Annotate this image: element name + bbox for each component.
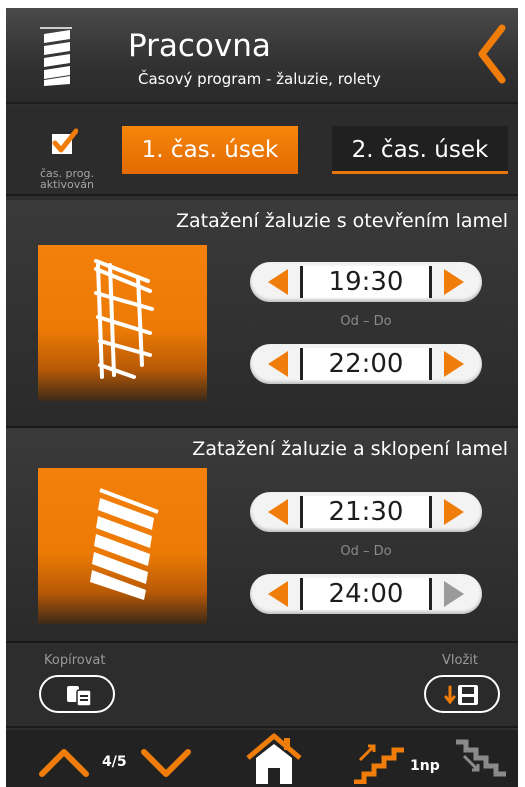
page-title: Pracovna xyxy=(128,28,271,64)
checkbox-label: čas. prog. aktivován xyxy=(24,168,110,190)
paste-label: Vložit xyxy=(442,653,478,668)
time-from-stepper: 21:30 xyxy=(250,492,482,532)
copy-paste-row: Kopírovat Vložit xyxy=(6,645,518,728)
page-down-chevron-icon[interactable] xyxy=(138,744,194,780)
blind-icon xyxy=(40,27,72,86)
paste-button[interactable] xyxy=(424,675,500,713)
increase-arrow-icon[interactable] xyxy=(438,349,468,379)
blind-open-slats-icon xyxy=(94,259,154,379)
section-title: Zatažení žaluzie a sklopení lamel xyxy=(192,438,508,460)
schedule-section-2: Zatažení žaluzie a sklopení lamel 21:30 … xyxy=(6,428,518,643)
time-to-value[interactable]: 22:00 xyxy=(300,348,432,380)
blind-open-slats-tile[interactable] xyxy=(38,245,207,401)
page-indicator: 4/5 xyxy=(102,754,127,770)
floor-up-stairs-icon[interactable] xyxy=(350,734,408,784)
floor-down-stairs-icon[interactable] xyxy=(452,734,510,784)
paste-icon xyxy=(444,685,478,705)
tab-interval-1[interactable]: 1. čas. úsek xyxy=(122,126,298,174)
decrease-arrow-icon[interactable] xyxy=(264,497,294,527)
time-from-value[interactable]: 21:30 xyxy=(300,496,432,528)
blind-tilted-slats-tile[interactable] xyxy=(38,468,207,624)
time-from-value[interactable]: 19:30 xyxy=(300,266,432,298)
section-title: Zatažení žaluzie s otevřením lamel xyxy=(176,210,508,232)
checkbox-label-line2: aktivován xyxy=(40,178,94,191)
time-to-stepper: 24:00 xyxy=(250,574,482,614)
blind-tilted-slats-icon xyxy=(90,488,159,600)
home-icon[interactable] xyxy=(244,732,304,786)
header: Pracovna Časový program - žaluzie, rolet… xyxy=(6,8,518,104)
tab-interval-2[interactable]: 2. čas. úsek xyxy=(332,126,508,174)
floor-indicator: 1np xyxy=(410,758,440,774)
app-screen: Pracovna Časový program - žaluzie, rolet… xyxy=(6,8,518,787)
increase-arrow-icon[interactable] xyxy=(438,267,468,297)
program-active-checkbox[interactable] xyxy=(50,128,78,156)
time-to-stepper: 22:00 xyxy=(250,344,482,384)
decrease-arrow-icon[interactable] xyxy=(264,579,294,609)
time-range-caption: Od – Do xyxy=(340,314,392,329)
time-from-stepper: 19:30 xyxy=(250,262,482,302)
back-chevron-icon[interactable] xyxy=(472,22,512,86)
time-range-caption: Od – Do xyxy=(340,544,392,559)
increase-arrow-disabled-icon[interactable] xyxy=(438,579,468,609)
schedule-section-1: Zatažení žaluzie s otevřením lamel 19:30… xyxy=(6,200,518,428)
page-subtitle: Časový program - žaluzie, rolety xyxy=(138,70,381,88)
increase-arrow-icon[interactable] xyxy=(438,497,468,527)
time-to-value[interactable]: 24:00 xyxy=(300,578,432,610)
page-up-chevron-icon[interactable] xyxy=(36,744,92,780)
copy-label: Kopírovat xyxy=(44,653,106,668)
copy-icon xyxy=(67,686,92,707)
copy-button[interactable] xyxy=(39,675,115,713)
footer-nav: 4/5 1np xyxy=(6,730,518,787)
interval-tab-row: čas. prog. aktivován 1. čas. úsek 2. čas… xyxy=(6,106,518,196)
decrease-arrow-icon[interactable] xyxy=(264,349,294,379)
decrease-arrow-icon[interactable] xyxy=(264,267,294,297)
